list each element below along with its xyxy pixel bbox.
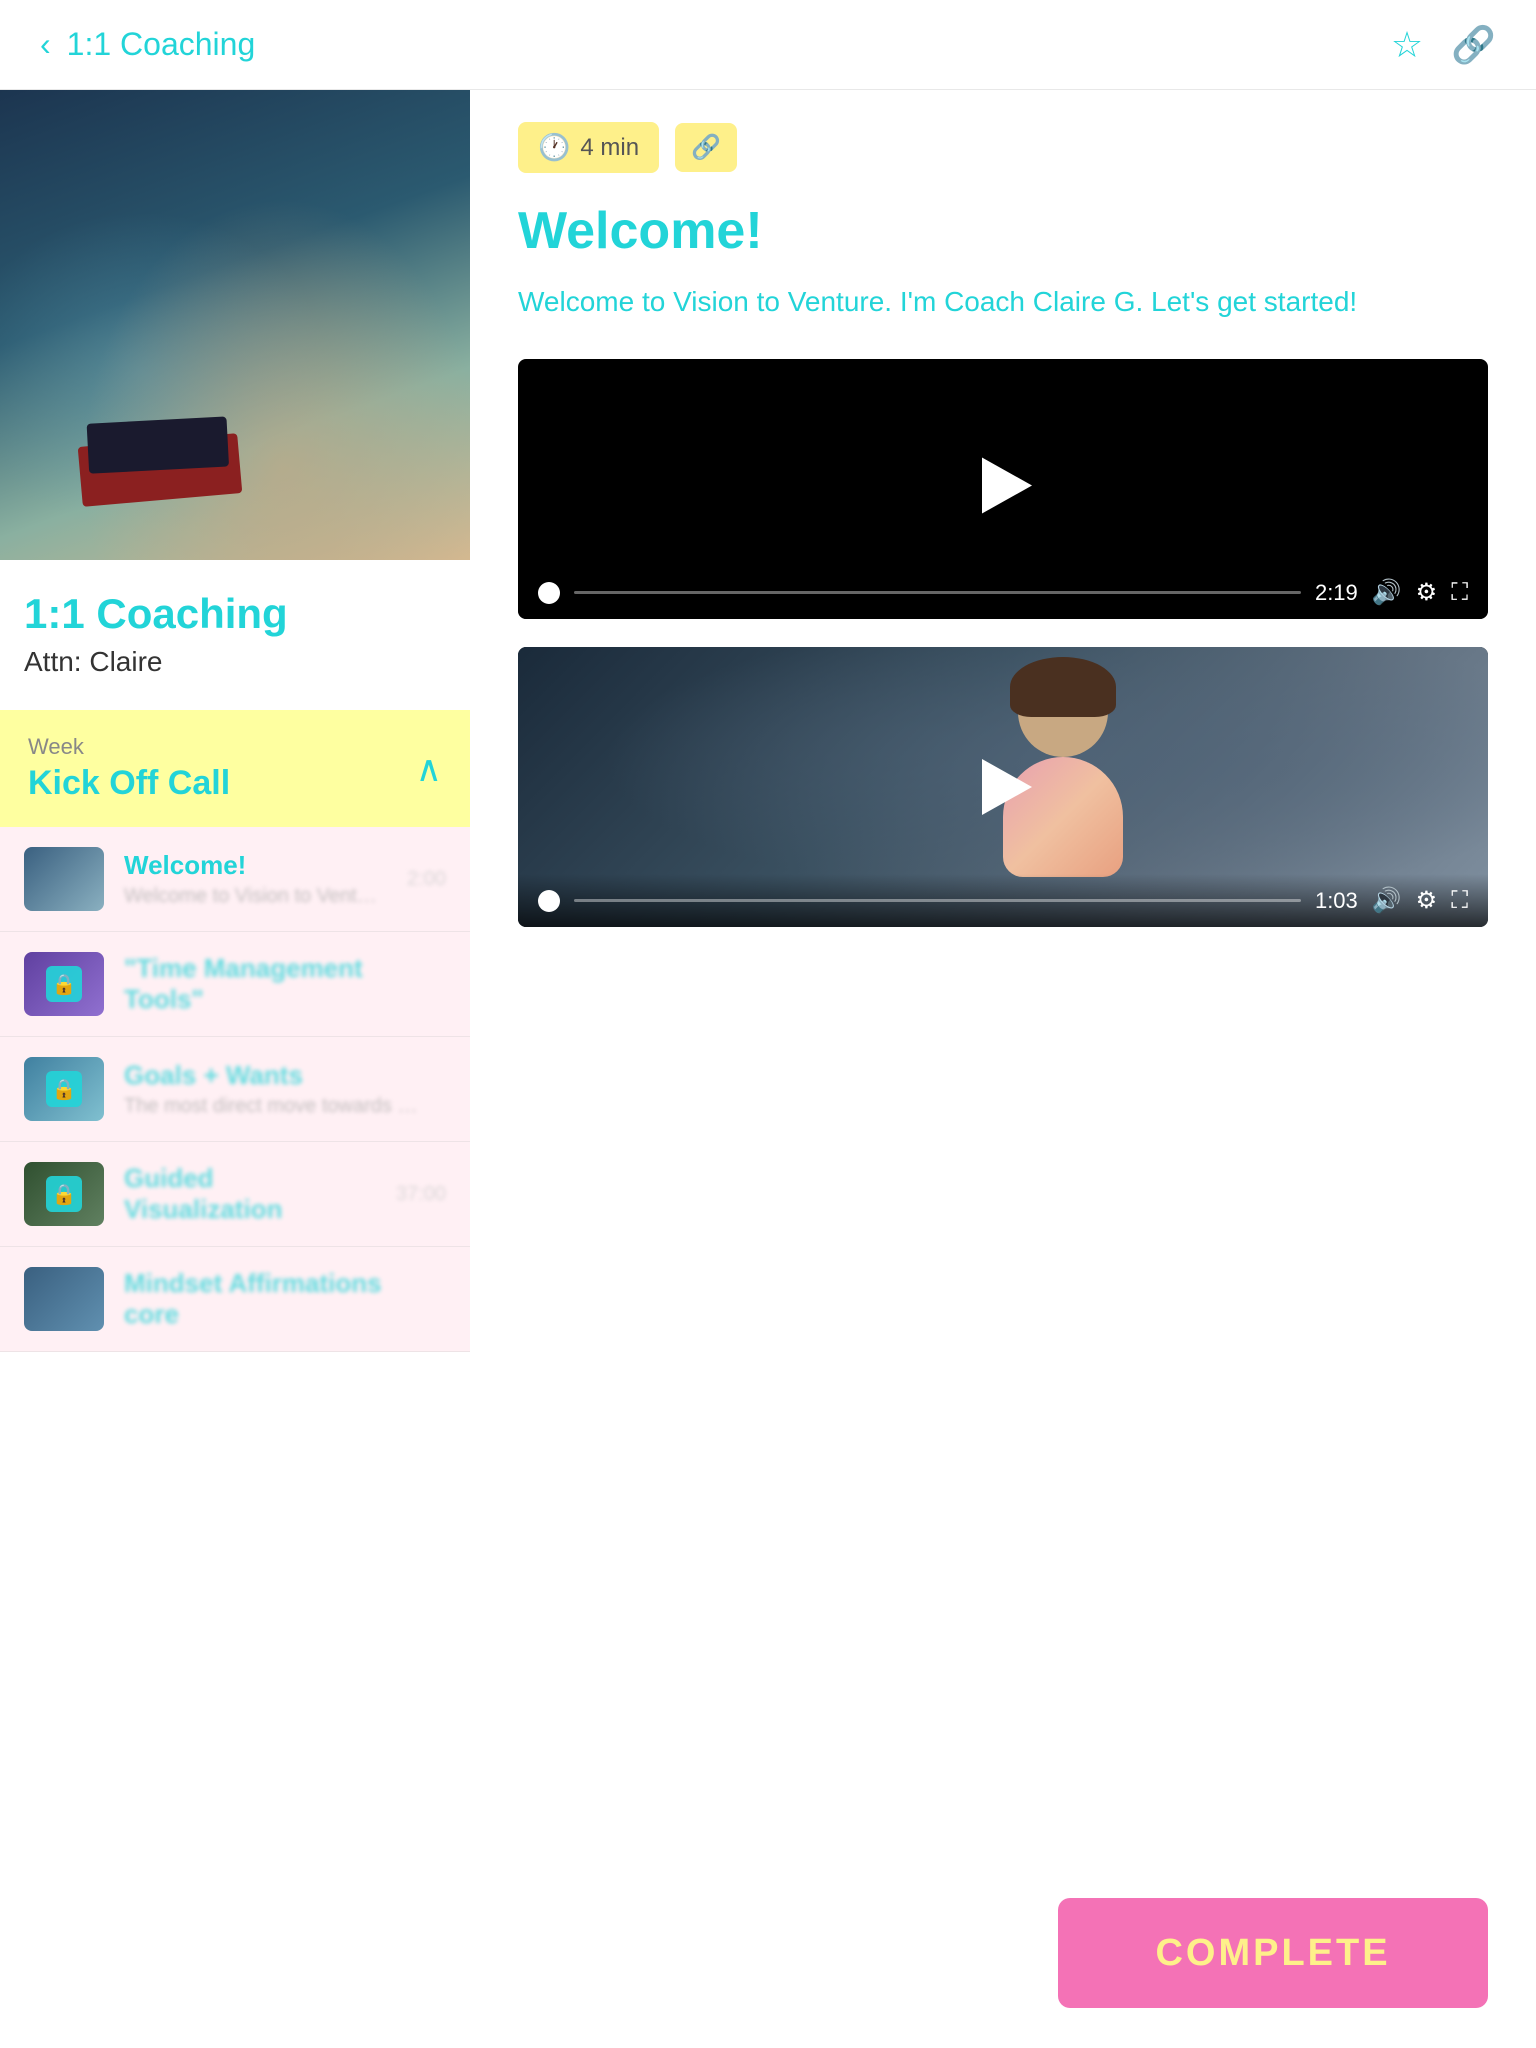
progress-bar[interactable]	[574, 591, 1301, 594]
star-icon[interactable]: ☆	[1391, 24, 1423, 66]
lesson-thumbnail: 🔒	[24, 1057, 104, 1121]
lesson-title: Welcome!	[124, 850, 387, 881]
main-layout: 1:1 Coaching Attn: Claire Week Kick Off …	[0, 90, 1536, 1352]
hero-books-decoration	[78, 433, 243, 507]
left-column: 1:1 Coaching Attn: Claire Week Kick Off …	[0, 90, 470, 1352]
list-item[interactable]: 🔒 Goals + Wants The most direct move tow…	[0, 1037, 470, 1142]
lock-icon: 🔒	[46, 1176, 82, 1212]
link-icon: 🔗	[691, 133, 721, 162]
list-item[interactable]: Mindset Affirmations core	[0, 1247, 470, 1352]
list-item[interactable]: 🔒 "Time Management Tools"	[0, 932, 470, 1037]
lesson-list: Welcome! Welcome to Vision to Venture. I…	[0, 827, 470, 1352]
progress-indicator[interactable]	[538, 582, 560, 604]
lesson-duration: 37:00	[396, 1183, 446, 1206]
duration-tag: 🕐 4 min	[518, 122, 659, 173]
progress-indicator-2[interactable]	[538, 890, 560, 912]
fullscreen-icon[interactable]: ⛶	[1451, 579, 1468, 607]
fullscreen-icon-2[interactable]: ⛶	[1451, 887, 1468, 915]
header-left: ‹ 1:1 Coaching	[40, 26, 255, 63]
lesson-thumbnail	[24, 847, 104, 911]
lesson-duration: 2:00	[407, 868, 446, 891]
list-item[interactable]: 🔒 Guided Visualization 37:00	[0, 1142, 470, 1247]
lesson-thumbnail: 🔒	[24, 952, 104, 1016]
complete-button[interactable]: COMPLETE	[1058, 1898, 1488, 2008]
lock-icon: 🔒	[46, 966, 82, 1002]
course-title: 1:1 Coaching	[24, 590, 446, 638]
tags-row: 🕐 4 min 🔗	[518, 122, 1488, 173]
week-section[interactable]: Week Kick Off Call ∧	[0, 710, 470, 827]
list-item[interactable]: Welcome! Welcome to Vision to Venture. I…	[0, 827, 470, 932]
lesson-thumbnail	[24, 1267, 104, 1331]
course-subtitle: Attn: Claire	[24, 646, 446, 678]
video-player-1[interactable]: 2:19 🔊 ⚙ ⛶	[518, 359, 1488, 619]
volume-icon[interactable]: 🔊	[1372, 578, 1402, 607]
play-button-1[interactable]	[968, 451, 1038, 521]
content-title: Welcome!	[518, 201, 1488, 261]
settings-icon-2[interactable]: ⚙	[1416, 886, 1438, 915]
settings-icon[interactable]: ⚙	[1416, 578, 1438, 607]
link-tag[interactable]: 🔗	[675, 123, 737, 172]
lesson-desc: Welcome to Vision to Venture. I'm Coach …	[124, 885, 387, 908]
chevron-up-icon: ∧	[416, 748, 442, 790]
clock-icon: 🕐	[538, 132, 570, 163]
course-title-section: 1:1 Coaching Attn: Claire	[0, 560, 470, 694]
progress-bar-2[interactable]	[574, 899, 1301, 902]
play-triangle-icon	[982, 458, 1032, 514]
app-header: ‹ 1:1 Coaching ☆ 🔗	[0, 0, 1536, 90]
video-player-2[interactable]: 1:03 🔊 ⚙ ⛶	[518, 647, 1488, 927]
video-time-1: 2:19	[1315, 580, 1358, 606]
person-head	[1018, 667, 1108, 757]
video-controls-2: 1:03 🔊 ⚙ ⛶	[518, 874, 1488, 927]
lesson-info: Guided Visualization	[124, 1163, 376, 1225]
duration-label: 4 min	[580, 134, 639, 162]
play-button-2[interactable]	[974, 759, 1032, 815]
lesson-title: Mindset Affirmations core	[124, 1268, 426, 1330]
right-column: 🕐 4 min 🔗 Welcome! Welcome to Vision to …	[470, 90, 1536, 1352]
lesson-info: "Time Management Tools"	[124, 953, 426, 1015]
lesson-desc: The most direct move towards what you ca…	[124, 1095, 426, 1118]
back-button[interactable]: ‹	[40, 26, 51, 63]
header-title: 1:1 Coaching	[67, 26, 256, 63]
lesson-info: Mindset Affirmations core	[124, 1268, 426, 1330]
week-info: Week Kick Off Call	[28, 734, 230, 803]
lesson-thumbnail: 🔒	[24, 1162, 104, 1226]
week-name: Kick Off Call	[28, 764, 230, 803]
lesson-info: Welcome! Welcome to Vision to Venture. I…	[124, 850, 387, 908]
lesson-title: Guided Visualization	[124, 1163, 376, 1225]
content-description: Welcome to Vision to Venture. I'm Coach …	[518, 281, 1488, 323]
person-hair	[1010, 657, 1116, 717]
play-triangle-icon-2	[982, 759, 1032, 815]
lesson-title: "Time Management Tools"	[124, 953, 426, 1015]
lesson-title: Goals + Wants	[124, 1060, 426, 1091]
week-label: Week	[28, 734, 230, 760]
header-right: ☆ 🔗	[1391, 24, 1496, 66]
video-time-2: 1:03	[1315, 888, 1358, 914]
share-link-icon[interactable]: 🔗	[1451, 24, 1496, 66]
lock-icon: 🔒	[46, 1071, 82, 1107]
volume-icon-2[interactable]: 🔊	[1372, 886, 1402, 915]
hero-image	[0, 90, 470, 560]
lesson-info: Goals + Wants The most direct move towar…	[124, 1060, 426, 1118]
video-controls-1: 2:19 🔊 ⚙ ⛶	[518, 566, 1488, 619]
hero-image-inner	[0, 90, 470, 560]
